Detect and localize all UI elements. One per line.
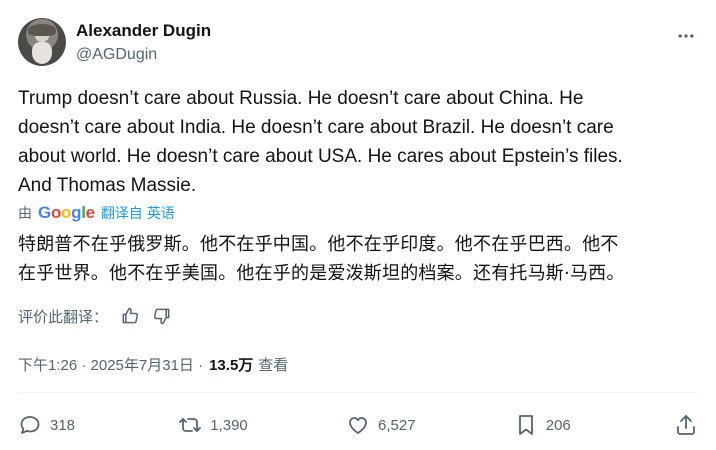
reply-icon bbox=[20, 416, 40, 434]
reply-count: 318 bbox=[50, 416, 76, 434]
avatar[interactable] bbox=[18, 18, 66, 66]
timestamp[interactable]: 下午1:26 · 2025年7月31日 · bbox=[18, 354, 203, 375]
bookmark-button[interactable]: 206 bbox=[514, 413, 576, 437]
tweet-header: Alexander Dugin @AGDugin bbox=[18, 18, 698, 68]
rate-label: 评价此翻译： bbox=[18, 308, 109, 326]
thumbs-up-button[interactable] bbox=[120, 306, 140, 326]
more-button[interactable] bbox=[674, 24, 698, 48]
views-label: 查看 bbox=[258, 356, 289, 374]
bookmark-count: 206 bbox=[545, 416, 571, 434]
google-logo: Google bbox=[38, 203, 95, 222]
thumbs-down-button[interactable] bbox=[152, 306, 172, 326]
share-button[interactable] bbox=[674, 413, 698, 437]
divider bbox=[18, 392, 698, 393]
translation-prefix: 由 bbox=[18, 205, 32, 221]
more-icon bbox=[678, 34, 694, 38]
rate-translation: 评价此翻译： bbox=[18, 304, 172, 328]
like-count: 6,527 bbox=[377, 416, 416, 434]
share-icon bbox=[677, 415, 695, 435]
repost-count: 1,390 bbox=[210, 416, 248, 434]
translation-attribution: 由 Google 翻译自 英语 bbox=[18, 203, 175, 223]
translated-text: 特朗普不在乎俄罗斯。他不在乎中国。他不在乎印度。他不在乎巴西。他不 在乎世界。他… bbox=[18, 234, 625, 284]
author-handle[interactable]: @AGDugin bbox=[76, 46, 157, 64]
reply-button[interactable]: 318 bbox=[18, 413, 80, 437]
avatar-hair bbox=[28, 24, 56, 36]
author-name[interactable]: Alexander Dugin bbox=[76, 21, 211, 41]
thumbs-up-icon bbox=[122, 307, 139, 324]
avatar-beard bbox=[32, 42, 52, 64]
action-bar: 318 1,390 6,527 206 bbox=[18, 408, 698, 442]
like-button[interactable]: 6,527 bbox=[346, 413, 416, 437]
repost-icon bbox=[179, 418, 202, 432]
thumbs-down-icon bbox=[153, 308, 170, 325]
translation-source-link[interactable]: 翻译自 英语 bbox=[101, 203, 175, 223]
tweet-text: Trump doesn’t care about Russia. He does… bbox=[18, 88, 623, 196]
repost-button[interactable]: 1,390 bbox=[178, 413, 248, 437]
tweet-meta: 下午1:26 · 2025年7月31日 · 13.5万 查看 bbox=[18, 352, 288, 376]
bookmark-icon bbox=[518, 415, 533, 435]
like-icon bbox=[349, 417, 367, 434]
views-count: 13.5万 bbox=[209, 356, 254, 374]
